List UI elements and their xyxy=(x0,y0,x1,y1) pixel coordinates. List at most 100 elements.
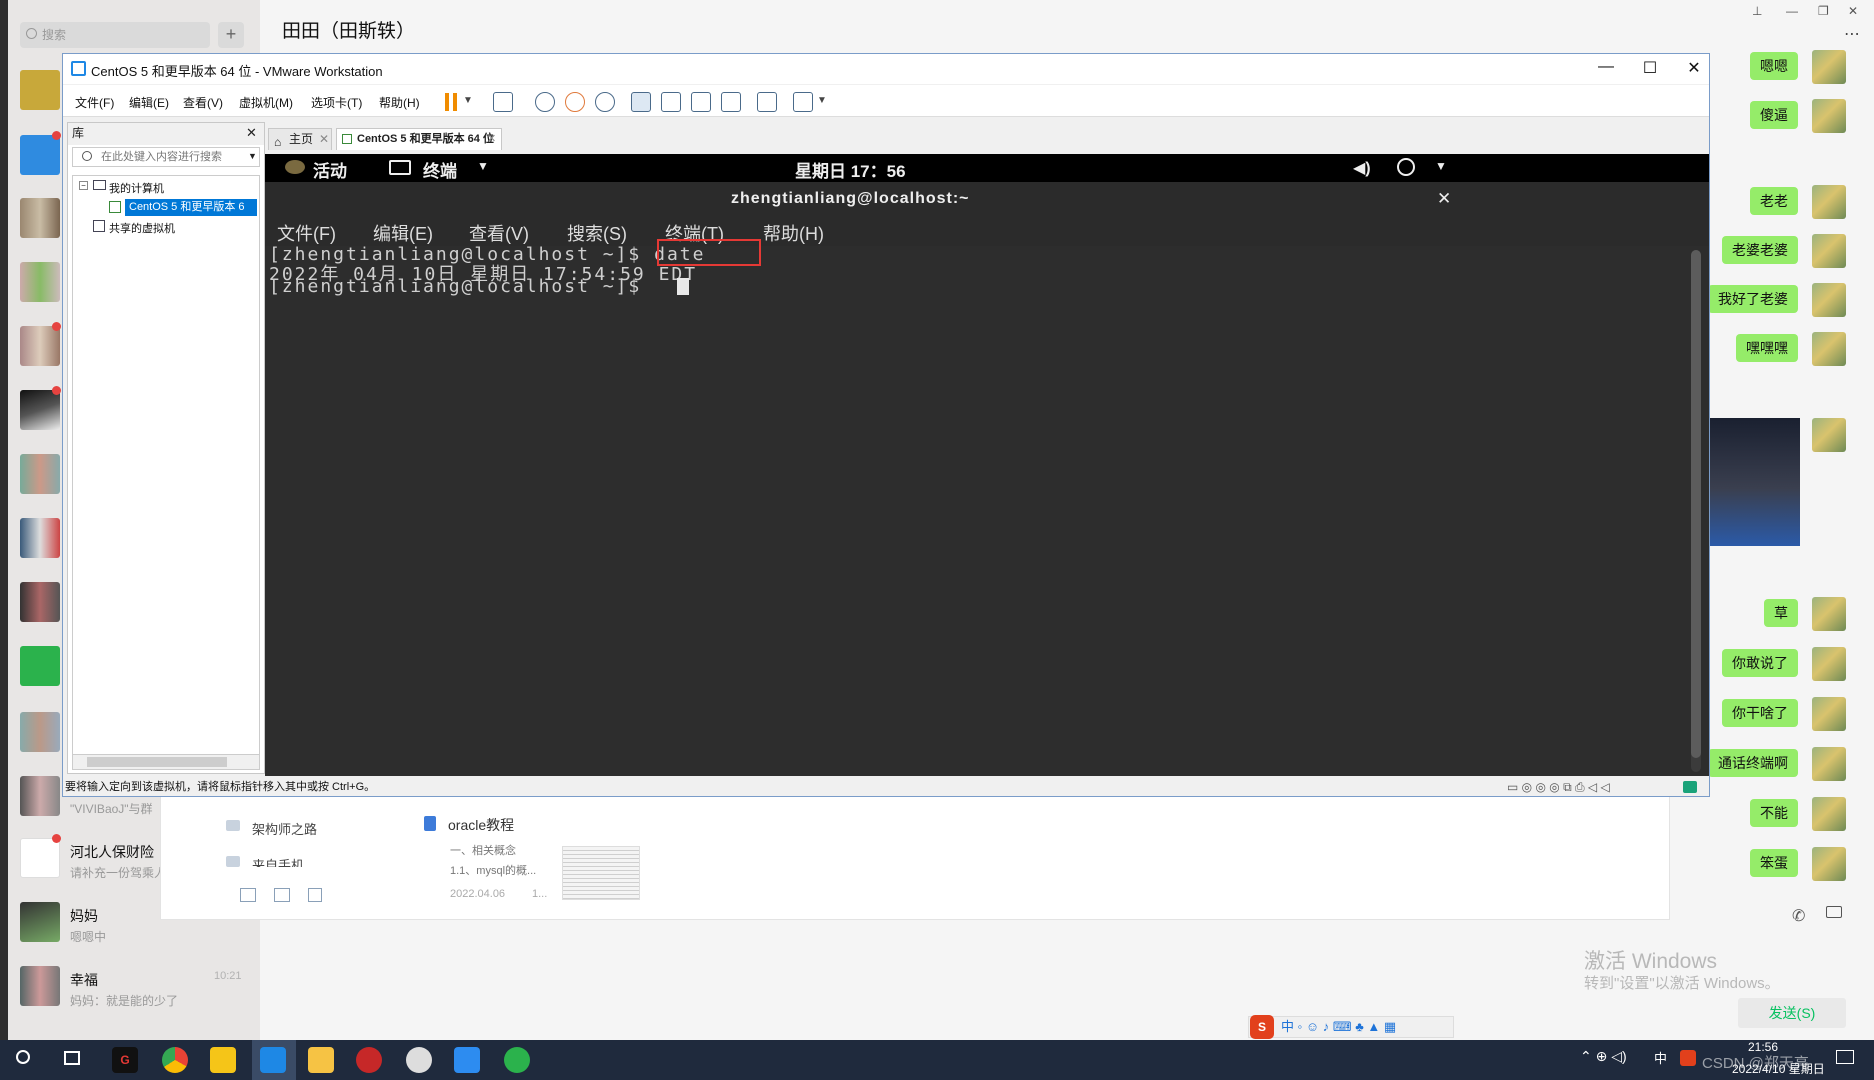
close-icon[interactable]: ✕ xyxy=(487,129,496,150)
unity-icon[interactable] xyxy=(721,92,741,112)
wechat-icon[interactable] xyxy=(504,1047,530,1073)
avatar[interactable] xyxy=(20,135,60,175)
sogou-tray-icon[interactable] xyxy=(1680,1050,1696,1066)
folder-label[interactable]: 来自手机 xyxy=(252,855,304,867)
avatar[interactable] xyxy=(20,326,60,366)
avatar[interactable] xyxy=(20,198,60,238)
close-icon[interactable]: ✕ xyxy=(246,125,257,141)
chevron-down-icon[interactable]: ▼ xyxy=(1435,159,1447,173)
tree-vm-item[interactable]: CentOS 5 和更早版本 6 xyxy=(125,199,257,216)
avatar[interactable] xyxy=(20,454,60,494)
sogou-ime-icon[interactable]: S xyxy=(1250,1015,1274,1039)
library-search-input[interactable]: 在此处键入内容进行搜索 xyxy=(72,147,260,167)
menu-vm[interactable]: 虚拟机(M) xyxy=(239,94,293,111)
notification-icon[interactable] xyxy=(1836,1050,1854,1064)
send-button[interactable]: 发送(S) xyxy=(1738,998,1846,1028)
menu-help[interactable]: 帮助(H) xyxy=(379,94,420,111)
tree-my-computer[interactable]: 我的计算机 xyxy=(109,180,164,196)
avatar[interactable] xyxy=(20,776,60,816)
tree-shared-vms[interactable]: 共享的虚拟机 xyxy=(109,220,175,236)
chevron-down-icon[interactable]: ▼ xyxy=(477,159,489,173)
ime-toolbar[interactable]: 中 ◦ ☺ ♪ ⌨ ♣ ▲ ▦ xyxy=(1248,1016,1454,1038)
minimize-button[interactable]: — xyxy=(1591,58,1621,76)
chrome-icon[interactable] xyxy=(162,1047,188,1073)
view-single-icon[interactable] xyxy=(308,888,322,902)
video-call-icon[interactable] xyxy=(1826,906,1842,918)
snapshot-manager-icon[interactable] xyxy=(595,92,615,112)
terminal-menu-view[interactable]: 查看(V) xyxy=(469,220,529,246)
chevron-down-icon[interactable]: ▼ xyxy=(248,151,257,161)
avatar[interactable] xyxy=(20,966,60,1006)
task-view-icon[interactable] xyxy=(64,1051,80,1065)
file-explorer-icon[interactable] xyxy=(308,1047,334,1073)
send-keys-icon[interactable] xyxy=(493,92,513,112)
menu-tabs[interactable]: 选项卡(T) xyxy=(311,94,362,111)
folder-label[interactable]: 架构师之路 xyxy=(252,819,317,838)
device-icons[interactable]: ▭ ◎ ◎ ◎ ⧉ ⎙ ◁ ◁ xyxy=(1507,778,1610,796)
chevron-down-icon[interactable]: ▼ xyxy=(463,95,473,106)
wechat-search-input[interactable]: 搜索 xyxy=(20,22,210,48)
scrollbar-thumb[interactable] xyxy=(1691,250,1701,758)
avatar[interactable] xyxy=(20,838,60,878)
volume-icon[interactable]: ◀) xyxy=(1353,158,1371,178)
avatar[interactable] xyxy=(20,646,60,686)
more-icon[interactable]: ⋯ xyxy=(1844,24,1860,44)
photo-message[interactable] xyxy=(1710,418,1800,546)
maximize-button[interactable]: ❐ xyxy=(1818,4,1829,18)
avatar[interactable] xyxy=(20,582,60,622)
menu-file[interactable]: 文件(F) xyxy=(75,94,114,111)
menu-view[interactable]: 查看(V) xyxy=(183,94,223,111)
activities-button[interactable]: 活动 xyxy=(313,157,347,182)
view-split-icon[interactable] xyxy=(274,888,290,902)
close-button[interactable]: ✕ xyxy=(1848,4,1858,18)
avatar[interactable] xyxy=(20,518,60,558)
close-icon[interactable]: ✕ xyxy=(319,129,329,150)
maximize-button[interactable]: ☐ xyxy=(1635,58,1665,78)
fullscreen-icon[interactable] xyxy=(691,92,711,112)
close-button[interactable]: ✕ xyxy=(1679,58,1709,78)
revert-snapshot-icon[interactable] xyxy=(565,92,585,112)
vmware-icon[interactable] xyxy=(260,1047,286,1073)
stretch-icon[interactable] xyxy=(793,92,813,112)
app-icon[interactable] xyxy=(454,1047,480,1073)
terminal-menu-file[interactable]: 文件(F) xyxy=(277,220,336,246)
thumbnail-bar-icon[interactable] xyxy=(661,92,681,112)
console-icon[interactable] xyxy=(757,92,777,112)
scrollbar-thumb[interactable] xyxy=(87,757,227,767)
avatar[interactable] xyxy=(20,902,60,942)
horizontal-scrollbar[interactable] xyxy=(72,754,260,770)
app-icon[interactable] xyxy=(356,1047,382,1073)
chevron-down-icon[interactable]: ▼ xyxy=(817,95,827,106)
search-icon[interactable] xyxy=(16,1050,30,1064)
pause-icon[interactable] xyxy=(445,93,457,111)
terminal-output[interactable]: [zhengtianliang@localhost ~]$ date 2022年… xyxy=(265,239,1709,776)
app-icon[interactable] xyxy=(406,1047,432,1073)
gnome-clock[interactable]: 星期日 17：56 xyxy=(795,157,906,182)
phone-icon[interactable]: ✆ xyxy=(1792,906,1805,926)
terminal-scrollbar[interactable] xyxy=(1691,250,1701,772)
avatar[interactable] xyxy=(20,390,60,430)
avatar[interactable] xyxy=(20,712,60,752)
terminal-menu-help[interactable]: 帮助(H) xyxy=(763,220,824,246)
vm-status-icon[interactable] xyxy=(1683,781,1697,793)
app-icon[interactable] xyxy=(210,1047,236,1073)
guest-display[interactable]: 活动 终端 ▼ 星期日 17：56 ◀) ▼ zhengtianliang@lo… xyxy=(265,154,1709,776)
pin-icon[interactable]: ⊥ xyxy=(1752,4,1762,18)
power-icon[interactable] xyxy=(1397,158,1415,176)
snapshot-icon[interactable] xyxy=(535,92,555,112)
document-title[interactable]: oracle教程 xyxy=(448,815,514,835)
tab-home[interactable]: ⌂ 主页 ✕ xyxy=(268,128,332,150)
tray-icons[interactable]: ⌃ ⊕ ◁) xyxy=(1580,1048,1627,1065)
ime-indicator[interactable]: 中 xyxy=(1654,1048,1667,1067)
avatar[interactable] xyxy=(20,262,60,302)
app-icon[interactable]: G xyxy=(112,1047,138,1073)
app-menu[interactable]: 终端 xyxy=(423,157,457,182)
menu-edit[interactable]: 编辑(E) xyxy=(129,94,169,111)
minimize-button[interactable]: — xyxy=(1786,4,1798,18)
view-grid-icon[interactable] xyxy=(240,888,256,902)
library-toggle-icon[interactable] xyxy=(631,92,651,112)
terminal-menu-edit[interactable]: 编辑(E) xyxy=(373,220,433,246)
close-icon[interactable]: ✕ xyxy=(1437,189,1451,209)
collapse-icon[interactable]: − xyxy=(79,181,88,190)
terminal-menu-search[interactable]: 搜索(S) xyxy=(567,220,627,246)
